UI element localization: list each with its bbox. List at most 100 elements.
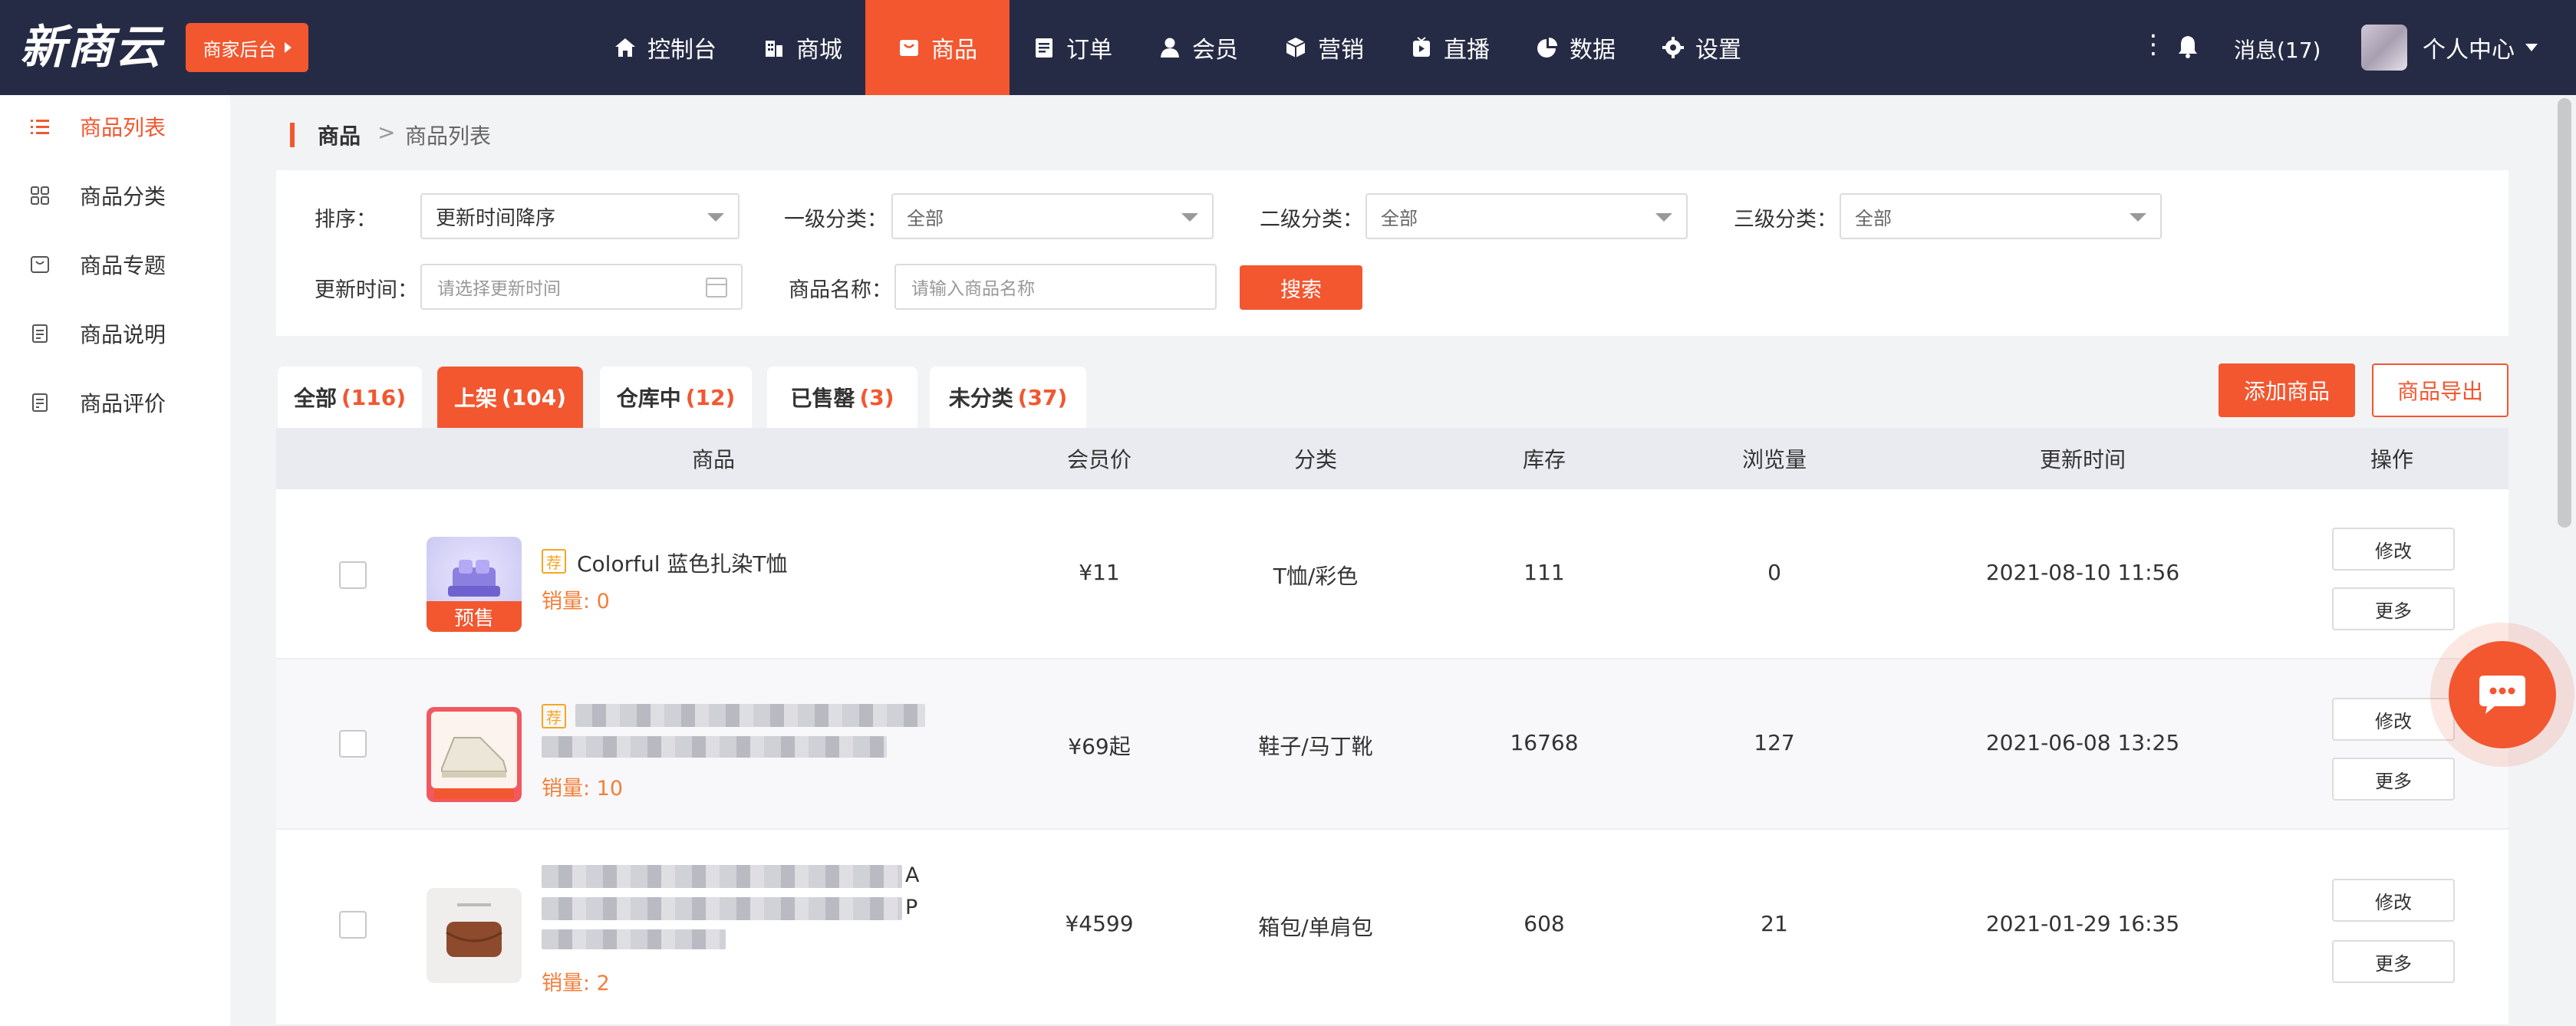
member-price: ¥11 — [1079, 560, 1120, 585]
category-level1-select[interactable]: 全部 — [891, 193, 1214, 239]
column-header-updated: 更新时间 — [2039, 447, 2126, 472]
product-name[interactable]: Colorful 蓝色扎染T恤 — [577, 548, 788, 578]
column-header-category: 分类 — [1293, 447, 1338, 472]
nav-item-mall[interactable]: 商城 — [740, 0, 865, 95]
sidebar-item-label: 商品评价 — [80, 391, 166, 416]
bell-icon[interactable] — [2177, 34, 2199, 58]
merchant-backend-button[interactable]: 商家后台 — [186, 23, 308, 72]
category-level1-label: 一级分类： — [784, 208, 888, 232]
edit-button[interactable]: 修改 — [2332, 528, 2455, 571]
tab-sold-out[interactable]: 已售罄 (3) — [767, 367, 917, 428]
top-navbar: 新商云 商家后台 控制台 商城 商品 订单 会员 营销 直播 数据 设置 ⋮ 消… — [0, 0, 2576, 95]
sidebar-item-product-category[interactable]: 商品分类 — [0, 173, 230, 219]
pie-chart-icon — [1537, 38, 1557, 58]
export-products-button[interactable]: 商品导出 — [2372, 363, 2508, 417]
nav-label: 会员 — [1192, 37, 1238, 64]
nav-item-orders[interactable]: 订单 — [1010, 0, 1135, 95]
sidebar-item-product-topic[interactable]: 商品专题 — [0, 242, 230, 288]
updated-time: 2021-08-10 11:56 — [1985, 560, 2180, 585]
category-level1-value: 全部 — [907, 207, 944, 229]
sidebar-item-product-description[interactable]: 商品说明 — [0, 311, 230, 357]
views: 21 — [1761, 911, 1788, 936]
product-name-placeholder: 请输入商品名称 — [911, 279, 1035, 299]
update-time-picker[interactable]: 请选择更新时间 — [420, 264, 743, 310]
tab-count: (3) — [859, 384, 894, 410]
product-thumbnail[interactable] — [427, 707, 522, 802]
recommend-tag: 荐 — [542, 549, 566, 574]
sort-select-value: 更新时间降序 — [436, 206, 556, 230]
personal-center-menu[interactable]: 个人中心 — [2423, 31, 2538, 64]
tab-count: (116) — [341, 384, 407, 410]
sidebar-item-label: 商品说明 — [80, 322, 166, 347]
tab-label: 全部 — [293, 386, 337, 411]
messages-link[interactable]: 消息(17) — [2234, 34, 2321, 64]
chat-support-button[interactable] — [2449, 641, 2556, 748]
add-product-button[interactable]: 添加商品 — [2219, 363, 2355, 417]
more-button[interactable]: 更多 — [2332, 587, 2455, 630]
sort-select[interactable]: 更新时间降序 — [420, 193, 740, 239]
update-time-placeholder: 请选择更新时间 — [437, 279, 561, 299]
nav-item-members[interactable]: 会员 — [1135, 0, 1261, 95]
sidebar-item-product-review[interactable]: 商品评价 — [0, 380, 230, 426]
product-name-redacted — [542, 897, 902, 920]
sidebar-item-product-list[interactable]: 商品列表 — [0, 104, 230, 150]
row-checkbox[interactable] — [339, 561, 367, 589]
stock: 111 — [1524, 560, 1565, 585]
caret-right-icon — [284, 42, 292, 53]
nav-item-products[interactable]: 商品 — [865, 0, 1010, 95]
column-header-product: 商品 — [691, 447, 736, 472]
category: 箱包/单肩包 — [1258, 915, 1373, 940]
breadcrumb-root[interactable]: 商品 — [318, 120, 361, 150]
row-checkbox[interactable] — [339, 730, 367, 758]
bag-icon — [900, 40, 918, 56]
product-thumbnail[interactable] — [427, 888, 522, 983]
sidebar-item-label: 商品分类 — [80, 184, 166, 209]
category-level3-select[interactable]: 全部 — [1840, 193, 2162, 239]
nav-label: 商城 — [796, 37, 842, 64]
chat-bubble-icon — [2479, 676, 2525, 714]
personal-center-label: 个人中心 — [2423, 37, 2515, 64]
product-sales: 销量: 2 — [542, 972, 610, 995]
tab-on-shelf[interactable]: 上架 (104) — [437, 367, 583, 428]
product-name-redacted[interactable] — [542, 865, 902, 888]
category-level2-select[interactable]: 全部 — [1365, 193, 1688, 239]
nav-item-dashboard[interactable]: 控制台 — [591, 0, 740, 95]
document-icon — [32, 324, 48, 343]
tab-uncategorized[interactable]: 未分类 (37) — [930, 367, 1086, 428]
column-header-member-price: 会员价 — [1066, 447, 1132, 472]
home-icon — [615, 38, 635, 57]
more-button[interactable]: 更多 — [2332, 940, 2455, 983]
edit-button[interactable]: 修改 — [2332, 879, 2455, 922]
column-header-actions: 操作 — [2370, 447, 2414, 472]
chevron-down-icon — [2130, 213, 2146, 222]
page-scrollbar[interactable] — [2558, 98, 2571, 528]
tab-label: 上架 — [453, 386, 497, 411]
column-header-views: 浏览量 — [1741, 447, 1807, 472]
product-name-label: 商品名称： — [789, 278, 892, 302]
category-level3-label: 三级分类： — [1734, 208, 1837, 232]
column-header-stock: 库存 — [1522, 447, 1566, 472]
edit-button[interactable]: 修改 — [2332, 698, 2455, 741]
nav-item-live[interactable]: 直播 — [1387, 0, 1513, 95]
updated-time: 2021-06-08 13:25 — [1985, 730, 2180, 755]
product-name-input[interactable]: 请输入商品名称 — [894, 264, 1217, 310]
tab-in-warehouse[interactable]: 仓库中 (12) — [600, 367, 752, 428]
breadcrumb-current: 商品列表 — [405, 123, 492, 149]
logo: 新商云 — [20, 21, 163, 74]
row-checkbox[interactable] — [339, 911, 367, 939]
avatar[interactable] — [2361, 25, 2407, 71]
more-vertical-icon[interactable]: ⋮ — [2140, 29, 2166, 60]
search-button[interactable]: 搜索 — [1240, 265, 1362, 310]
views: 127 — [1754, 730, 1795, 755]
more-button[interactable]: 更多 — [2332, 758, 2455, 801]
product-name-redacted[interactable] — [575, 704, 925, 727]
review-icon — [32, 393, 48, 412]
nav-item-data[interactable]: 数据 — [1513, 0, 1639, 95]
tab-all[interactable]: 全部 (116) — [278, 367, 422, 428]
table-header: 商品 会员价 分类 库存 浏览量 更新时间 操作 — [276, 428, 2508, 489]
product-name-fragment: P — [905, 896, 918, 919]
nav-item-marketing[interactable]: 营销 — [1261, 0, 1387, 95]
product-thumbnail[interactable]: 预售 — [427, 537, 522, 632]
nav-item-settings[interactable]: 设置 — [1639, 0, 1764, 95]
sidebar-item-label: 商品列表 — [80, 115, 166, 140]
